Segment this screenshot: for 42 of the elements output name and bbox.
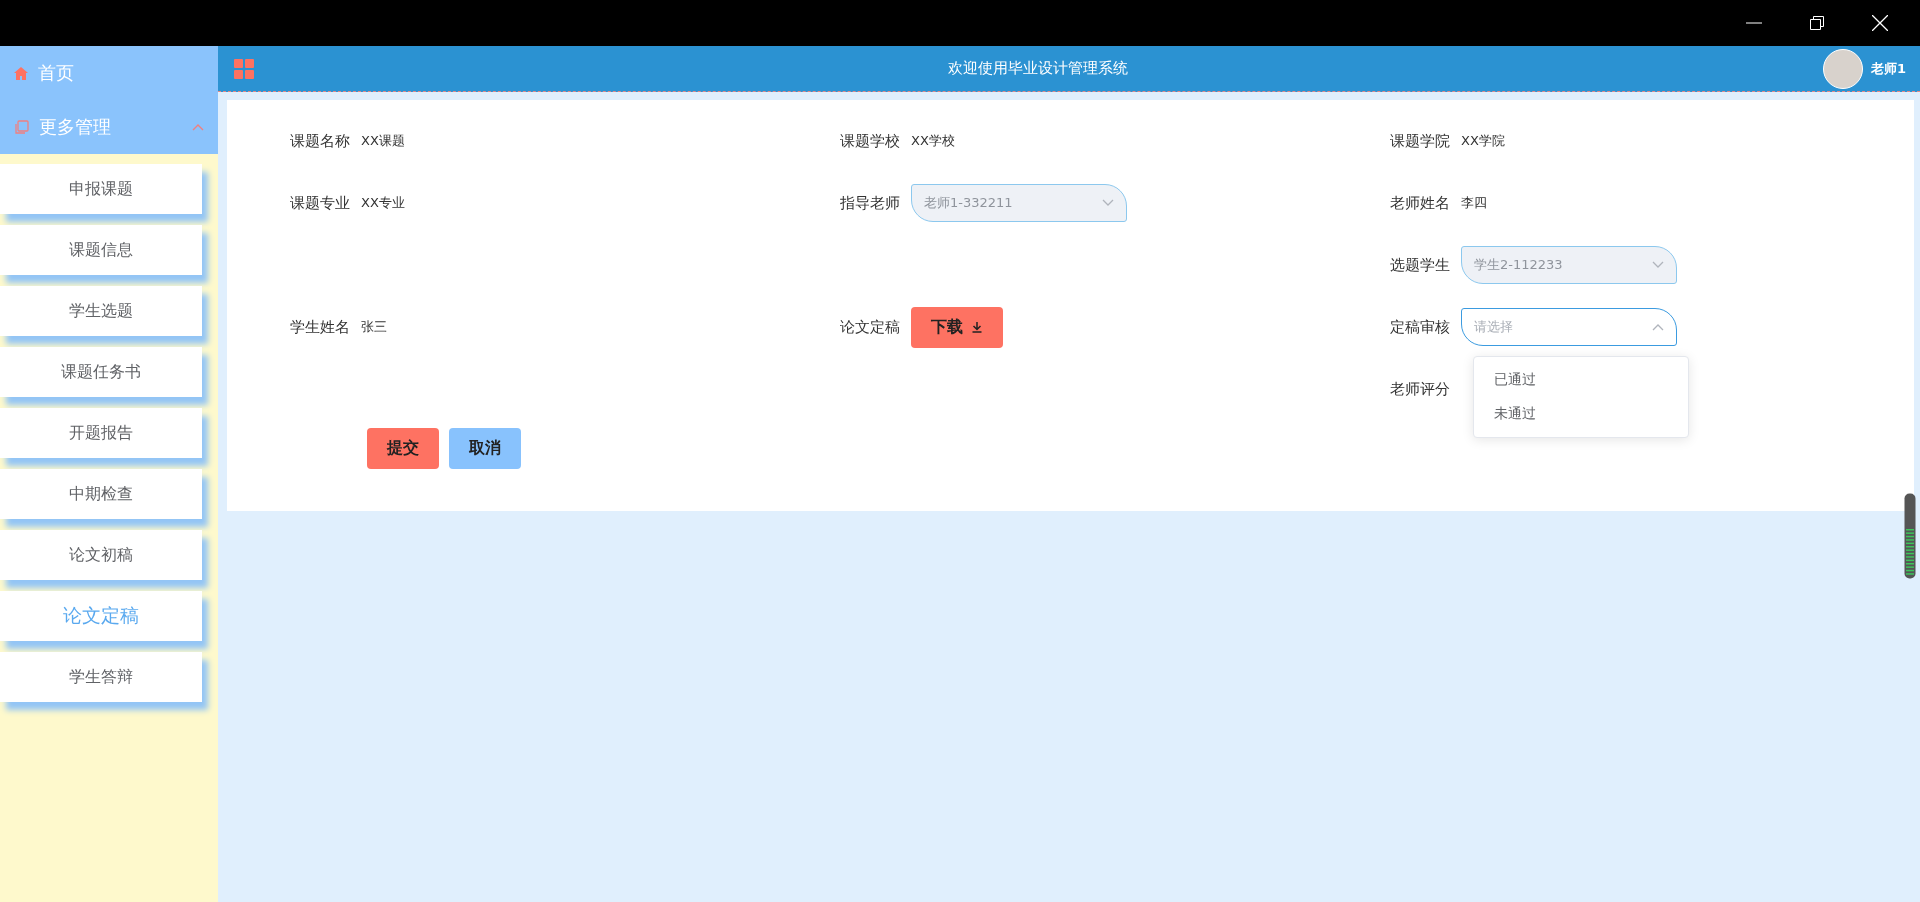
chevron-down-icon [1652,261,1664,269]
copy-icon [14,119,29,135]
field-value: 李四 [1461,194,1487,212]
chevron-up-icon [192,123,204,131]
field-label: 课题学院 [1390,131,1450,151]
field-label: 老师姓名 [1390,193,1450,213]
sidebar-item[interactable]: 开题报告 [0,408,202,458]
sidebar-item[interactable]: 中期检查 [0,469,202,519]
home-icon [14,66,28,80]
sidebar-item[interactable]: 课题信息 [0,225,202,275]
field-label: 老师评分 [1390,379,1450,399]
field-label: 选题学生 [1390,255,1450,275]
dropdown-option[interactable]: 未通过 [1474,397,1688,431]
download-button[interactable]: 下载 [911,306,1003,348]
close-icon[interactable] [1872,15,1888,31]
user-name: 老师1 [1870,59,1906,78]
field-label: 课题学校 [840,131,900,151]
field-value: XX学院 [1461,132,1505,150]
field-value: XX学校 [911,132,955,150]
field-value: XX课题 [361,132,405,150]
sidebar-item[interactable]: 学生选题 [0,286,202,336]
field-label: 学生姓名 [290,317,350,337]
header-title: 欢迎使用毕业设计管理系统 [947,59,1130,78]
field-label: 课题名称 [290,131,350,151]
sidebar-item[interactable]: 申报课题 [0,164,202,214]
sidebar-item[interactable]: 课题任务书 [0,347,202,397]
field-label: 指导老师 [840,193,900,213]
sidebar-item[interactable]: 论文初稿 [0,530,202,580]
field-label: 定稿审核 [1390,317,1450,337]
field-label: 课题专业 [290,193,350,213]
download-icon [971,321,983,333]
chevron-down-icon [1102,199,1114,207]
submit-button[interactable]: 提交 [367,428,439,469]
field-label: 论文定稿 [840,317,900,337]
chevron-up-icon [1652,323,1664,331]
restore-icon[interactable] [1810,16,1824,30]
sidebar-item[interactable]: 学生答辩 [0,652,202,702]
dropdown-option[interactable]: 已通过 [1474,363,1688,397]
field-value: 张三 [361,318,387,336]
cancel-button[interactable]: 取消 [449,428,521,469]
field-value: XX专业 [361,194,405,212]
avatar[interactable] [1822,48,1863,89]
